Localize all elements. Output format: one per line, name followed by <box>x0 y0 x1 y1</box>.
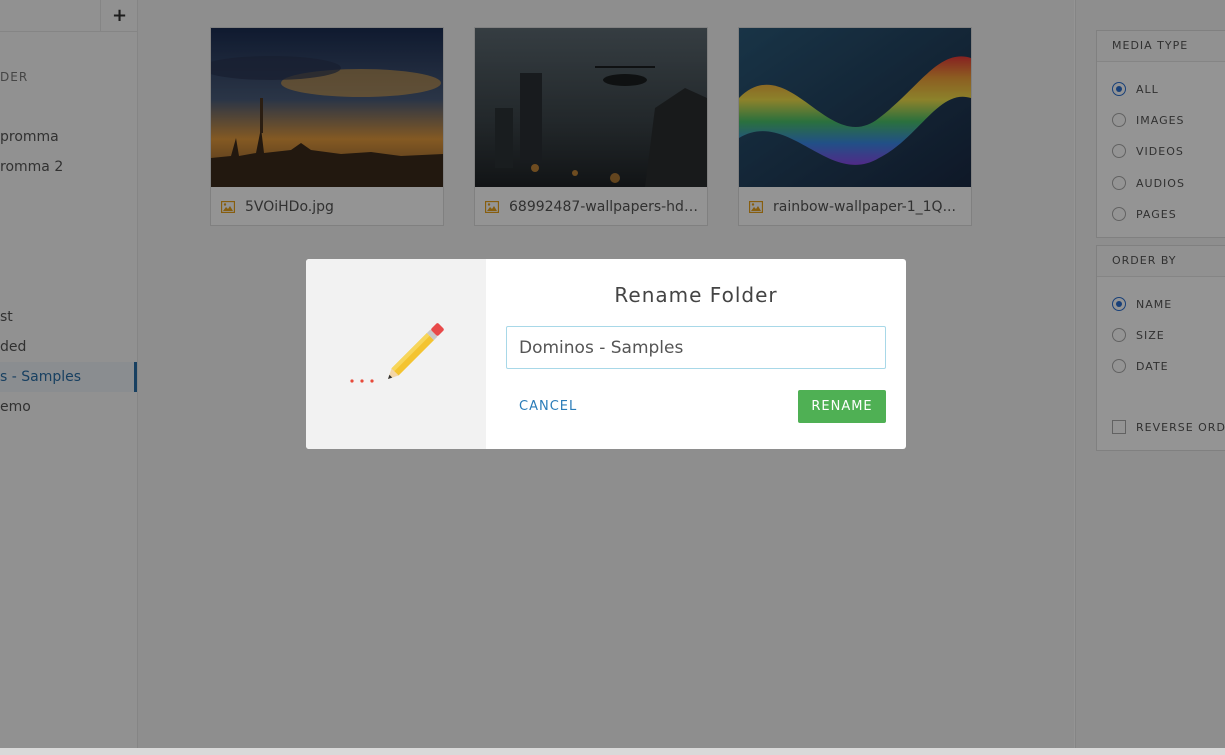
pencil-icon <box>350 323 444 383</box>
bottom-strip <box>0 748 1225 755</box>
cancel-button[interactable]: CANCEL <box>506 390 590 423</box>
folder-name-input[interactable] <box>506 326 886 369</box>
rename-button[interactable]: RENAME <box>798 390 886 423</box>
dialog-illustration-panel <box>306 259 486 449</box>
dialog-title: Rename Folder <box>614 283 778 307</box>
rename-folder-dialog: Rename Folder CANCEL RENAME <box>306 259 906 449</box>
